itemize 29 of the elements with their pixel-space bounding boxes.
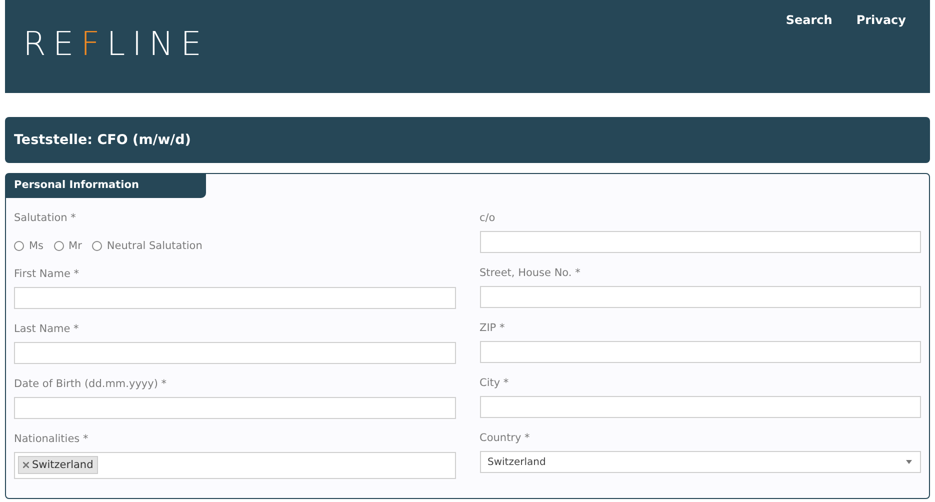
field-label: Country * xyxy=(480,432,531,446)
field-label: Last Name * xyxy=(14,323,80,337)
text-input[interactable] xyxy=(480,286,921,308)
tag-label: Switzerland xyxy=(32,459,94,471)
logo: RE F LINE xyxy=(23,27,208,60)
radio-option[interactable]: Ms xyxy=(14,240,44,252)
text-input[interactable] xyxy=(480,231,921,253)
field-label: City * xyxy=(480,377,510,391)
text-input[interactable] xyxy=(14,342,456,364)
tag-input[interactable]: Switzerland xyxy=(14,452,456,479)
field-label: Nationalities * xyxy=(14,433,90,447)
nav-link[interactable]: Search xyxy=(786,13,832,27)
country-select[interactable]: Switzerland xyxy=(480,451,921,473)
field-label: First Name * xyxy=(14,268,80,282)
field-label: Salutation * xyxy=(14,212,77,226)
radio-option[interactable]: Neutral Salutation xyxy=(92,240,202,252)
job-title: Teststelle: CFO (m/w/d) xyxy=(14,132,191,148)
text-input[interactable] xyxy=(480,396,921,418)
text-input[interactable] xyxy=(480,341,921,363)
remove-icon[interactable] xyxy=(23,462,29,468)
field-label: Date of Birth (dd.mm.yyyy) * xyxy=(14,378,168,392)
field-label: Street, House No. * xyxy=(480,267,582,281)
caret-icon xyxy=(906,460,912,464)
field-label: c/o xyxy=(480,212,496,226)
radio-option[interactable]: Mr xyxy=(54,240,82,252)
text-input[interactable] xyxy=(14,287,456,309)
text-input[interactable] xyxy=(14,397,456,419)
field-label: ZIP * xyxy=(480,322,506,336)
nav-link[interactable]: Privacy xyxy=(856,13,906,27)
